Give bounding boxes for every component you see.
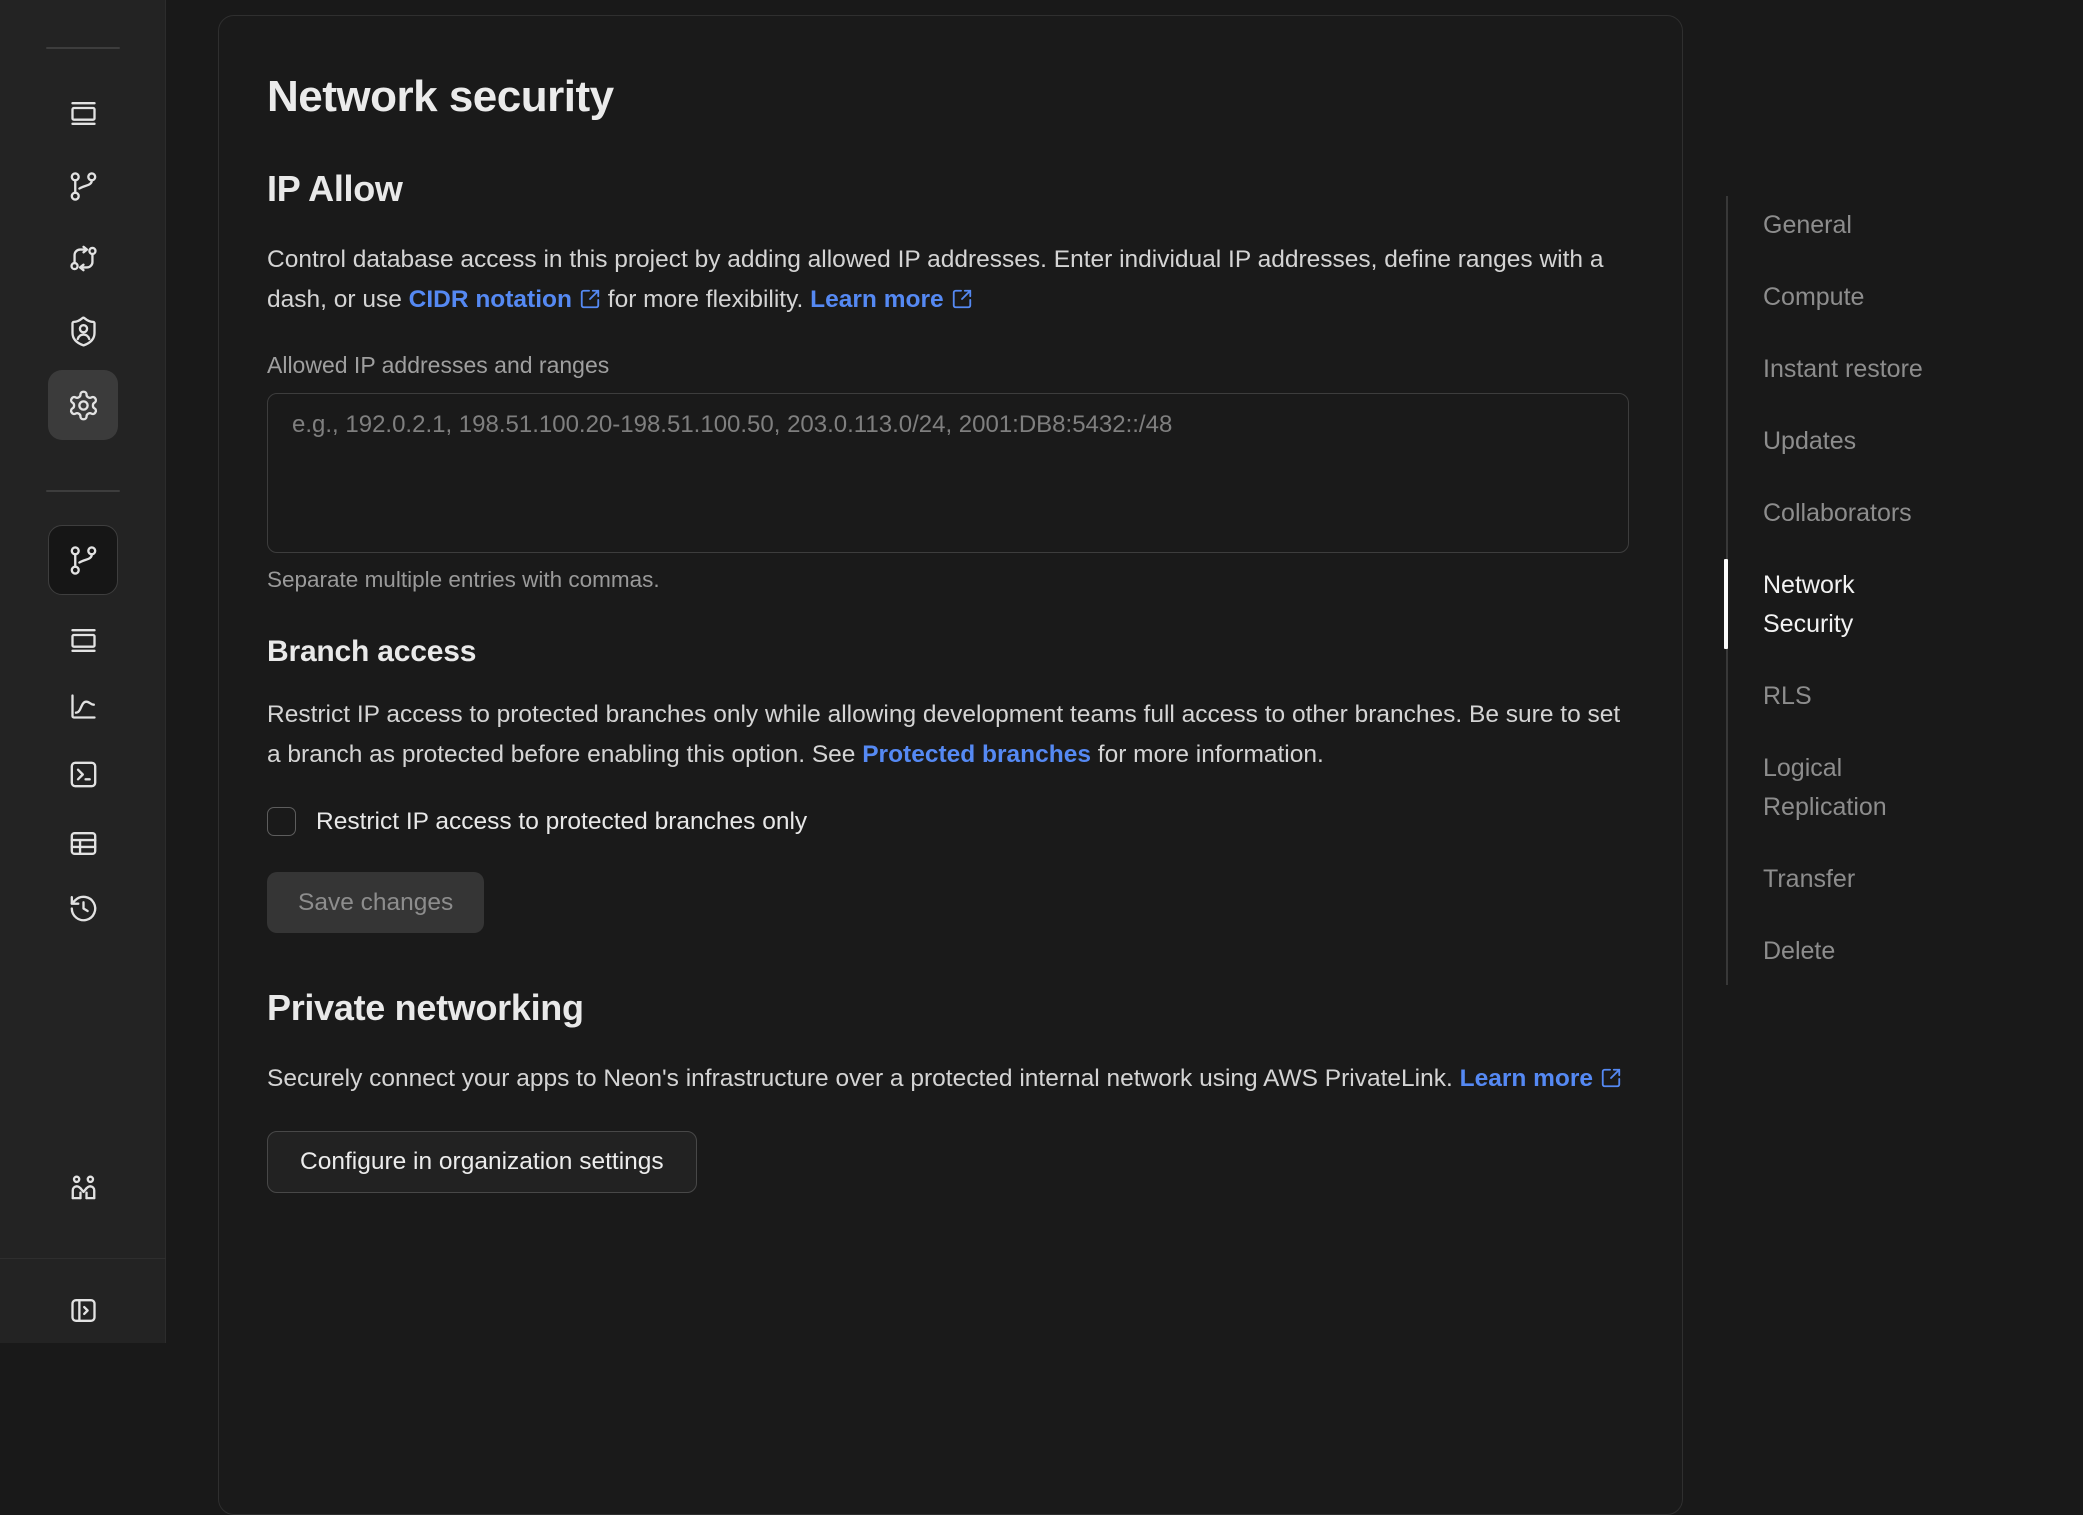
- private-networking-desc-text: Securely connect your apps to Neon's inf…: [267, 1065, 1460, 1092]
- branch-access-description: Restrict IP access to protected branches…: [267, 695, 1634, 775]
- external-link-icon: [951, 288, 973, 310]
- ip-allow-learn-more-link[interactable]: Learn more: [810, 286, 972, 313]
- sidebar-item-overview[interactable]: [48, 605, 118, 675]
- nav-item-transfer[interactable]: Transfer: [1763, 860, 1935, 899]
- private-networking-heading: Private networking: [267, 987, 1634, 1029]
- restrict-ip-checkbox[interactable]: [267, 807, 296, 836]
- divider: [0, 1258, 166, 1259]
- settings-section-nav: General Compute Instant restore Updates …: [1726, 196, 1976, 985]
- nav-item-delete[interactable]: Delete: [1763, 932, 1935, 971]
- nav-item-rls[interactable]: RLS: [1763, 677, 1935, 716]
- icon-sidebar: [0, 0, 166, 1343]
- sidebar-item-tables[interactable]: [48, 808, 118, 878]
- nav-item-compute[interactable]: Compute: [1763, 278, 1935, 317]
- sidebar-item-branches[interactable]: [48, 151, 118, 221]
- private-networking-learn-more-link[interactable]: Learn more: [1460, 1065, 1622, 1092]
- user-shield-icon: [67, 315, 100, 348]
- sidebar-item-current-branch[interactable]: [48, 525, 118, 595]
- configure-org-settings-button[interactable]: Configure in organization settings: [267, 1131, 697, 1193]
- window-icon: [67, 97, 100, 130]
- sidebar-item-monitoring[interactable]: [48, 671, 118, 741]
- gear-icon: [67, 389, 100, 422]
- protected-branches-link-label: Protected branches: [862, 741, 1091, 768]
- sidebar-item-settings[interactable]: [48, 370, 118, 440]
- divider: [46, 47, 120, 49]
- cidr-notation-link-label: CIDR notation: [409, 286, 572, 313]
- nav-item-general[interactable]: General: [1763, 206, 1935, 245]
- restrict-ip-checkbox-row: Restrict IP access to protected branches…: [267, 807, 1634, 836]
- table-icon: [67, 827, 100, 860]
- branch-access-heading: Branch access: [267, 635, 1634, 669]
- nav-item-network-security[interactable]: Network Security: [1763, 566, 1935, 644]
- people-icon: [67, 1172, 100, 1205]
- sidebar-item-collaborators[interactable]: [48, 1153, 118, 1223]
- settings-card: Network security IP Allow Control databa…: [218, 15, 1683, 1515]
- restrict-ip-checkbox-label: Restrict IP access to protected branches…: [316, 808, 807, 836]
- sidebar-item-roles[interactable]: [48, 296, 118, 366]
- sidebar-item-sql-editor[interactable]: [48, 739, 118, 809]
- workflow-icon: [67, 242, 100, 275]
- ip-allow-field-label: Allowed IP addresses and ranges: [267, 352, 1634, 379]
- terminal-icon: [67, 758, 100, 791]
- ip-allow-heading: IP Allow: [267, 168, 1634, 210]
- learn-more-link-label: Learn more: [810, 286, 943, 313]
- ip-allow-helper-text: Separate multiple entries with commas.: [267, 567, 1634, 593]
- cidr-notation-link[interactable]: CIDR notation: [409, 286, 601, 313]
- chart-icon: [67, 690, 100, 723]
- sidebar-item-restore[interactable]: [48, 873, 118, 943]
- ip-allow-desc-text-2: for more flexibility.: [601, 286, 810, 313]
- nav-item-instant-restore[interactable]: Instant restore: [1763, 350, 1935, 389]
- external-link-icon: [579, 288, 601, 310]
- sidebar-collapse-button[interactable]: [48, 1275, 118, 1345]
- nav-item-updates[interactable]: Updates: [1763, 422, 1935, 461]
- git-branch-icon: [67, 170, 100, 203]
- nav-item-collaborators[interactable]: Collaborators: [1763, 494, 1935, 533]
- page-title: Network security: [267, 72, 1634, 122]
- sidebar-item-workflows[interactable]: [48, 223, 118, 293]
- nav-item-logical-replication[interactable]: Logical Replication: [1763, 749, 1935, 827]
- divider: [46, 490, 120, 492]
- ip-allow-input[interactable]: [267, 393, 1629, 553]
- sidebar-item-project[interactable]: [48, 78, 118, 148]
- git-branch-icon: [67, 544, 100, 577]
- learn-more-link-label: Learn more: [1460, 1065, 1593, 1092]
- protected-branches-link[interactable]: Protected branches: [862, 741, 1091, 768]
- private-networking-description: Securely connect your apps to Neon's inf…: [267, 1059, 1634, 1099]
- history-clock-icon: [67, 892, 100, 925]
- branch-access-desc-text-2: for more information.: [1091, 741, 1324, 768]
- save-changes-button[interactable]: Save changes: [267, 872, 484, 933]
- expand-panel-icon: [67, 1294, 100, 1327]
- external-link-icon: [1600, 1067, 1622, 1089]
- window-icon: [67, 624, 100, 657]
- ip-allow-description: Control database access in this project …: [267, 240, 1634, 320]
